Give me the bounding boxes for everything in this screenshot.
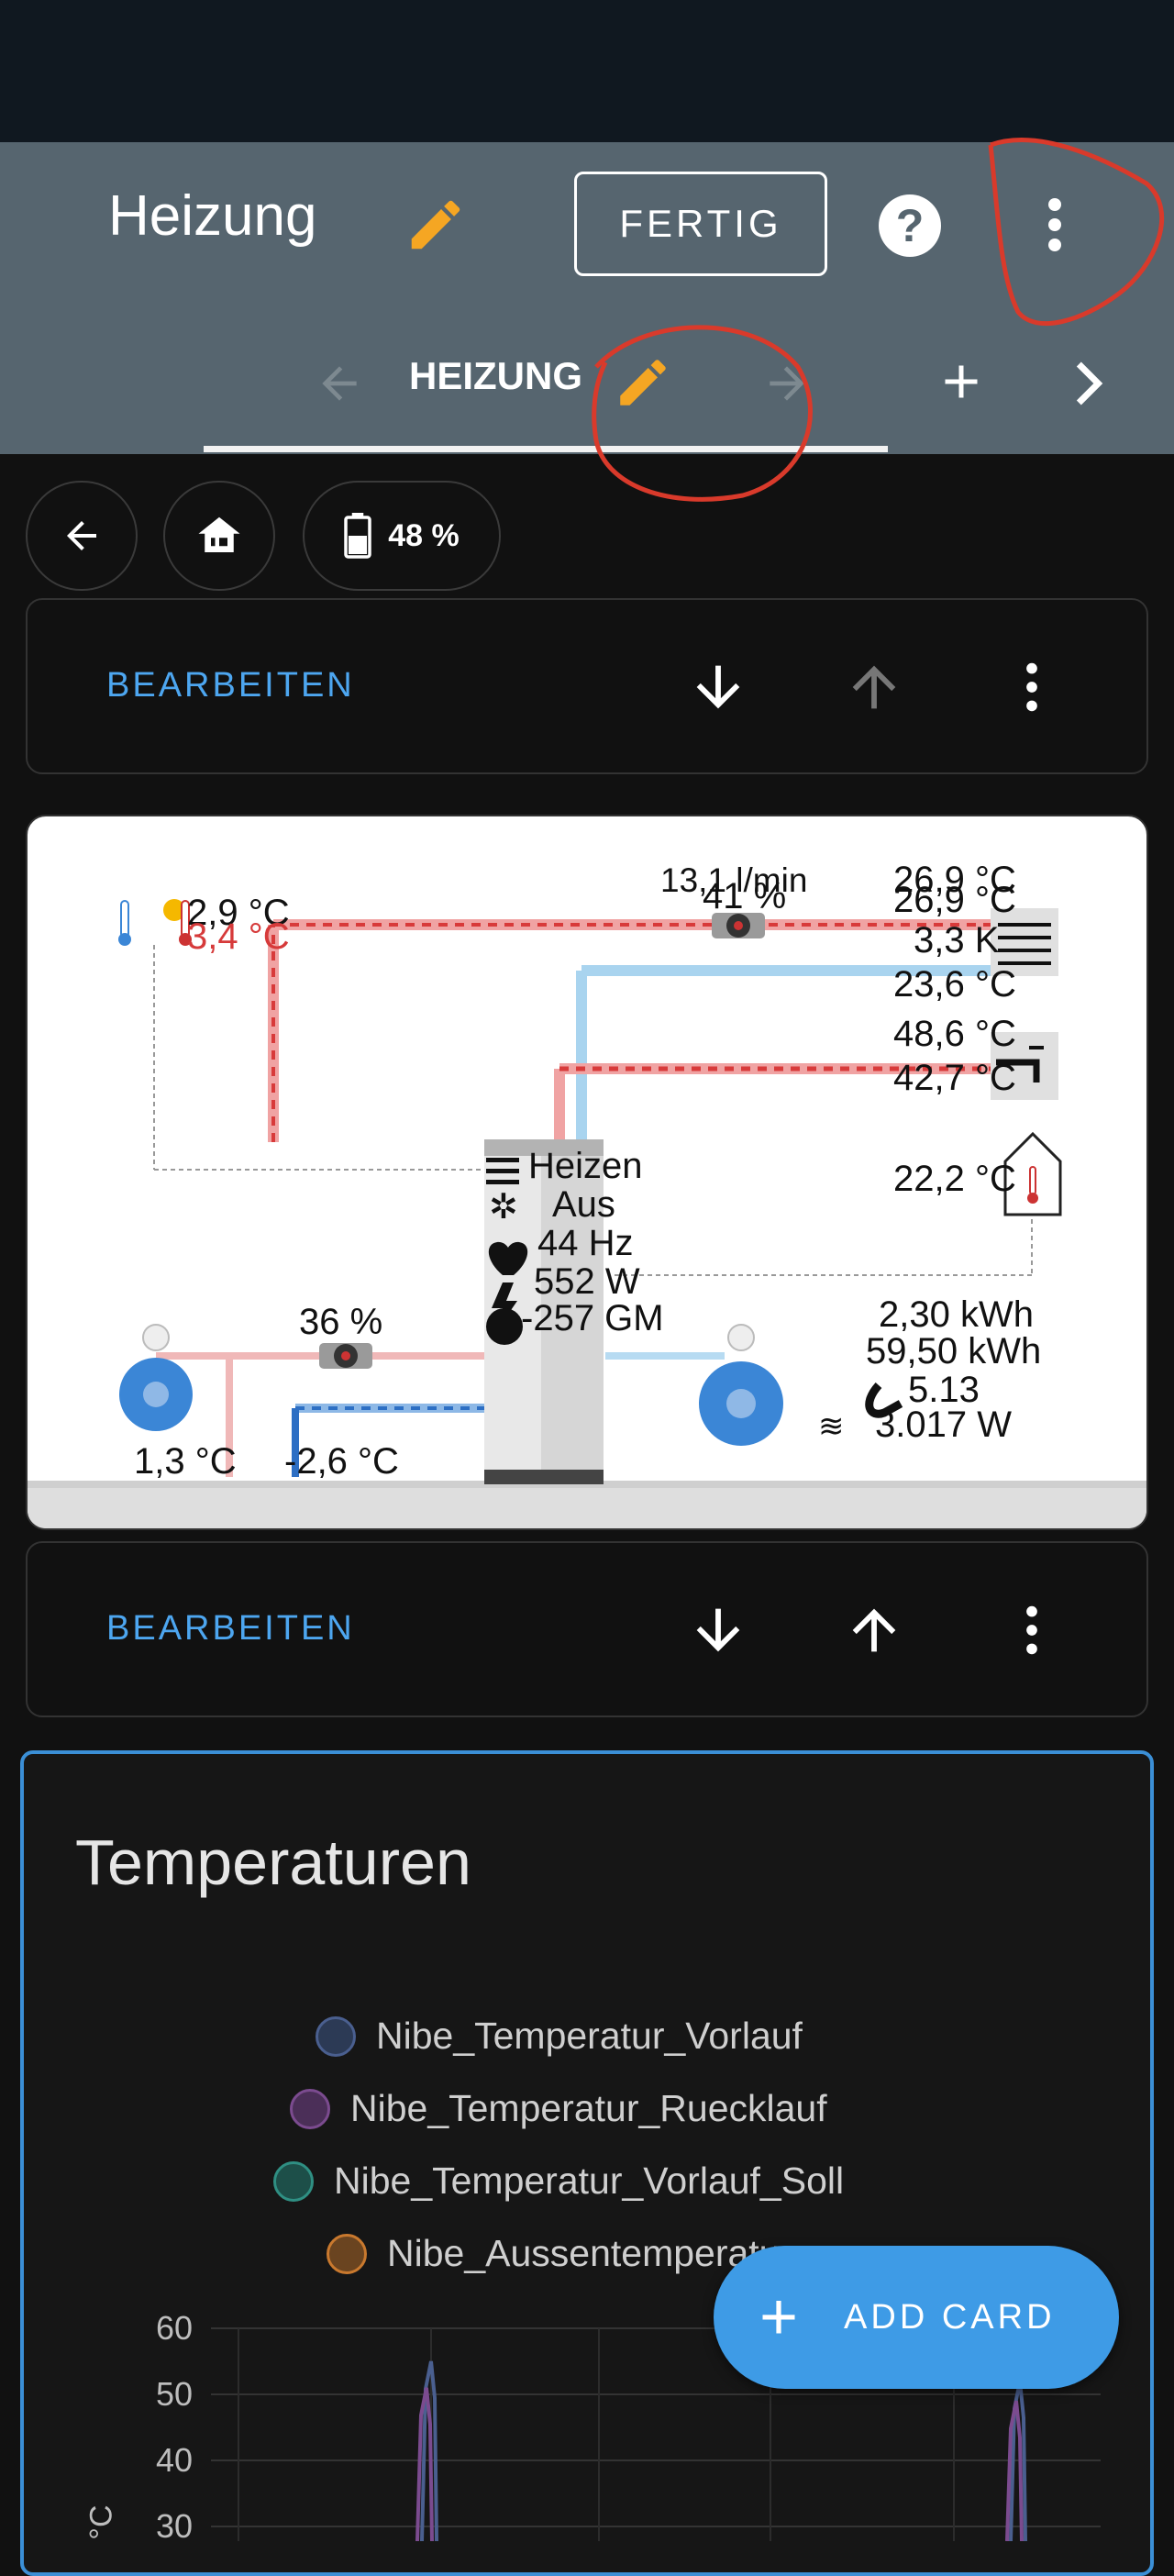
cooling-status: Aus: [552, 1184, 615, 1225]
chevron-right-icon[interactable]: [1071, 358, 1108, 409]
dashboard-title: Heizung: [108, 184, 317, 248]
degree-minutes: -257 GM: [521, 1298, 664, 1338]
heating-diagram-card[interactable]: ✲ 2,9 °C 3,4 °C 13,1 l/min 41 % 26,9 °C …: [26, 815, 1148, 1530]
indoor-temp: 22,2 °C: [893, 1159, 1016, 1199]
y-tick-label: 50: [155, 2375, 193, 2413]
legend-dot: [316, 2015, 356, 2057]
outdoor-temp-2: 3,4 °C: [187, 916, 290, 957]
brine-pipes: [156, 1352, 725, 1477]
legend-item[interactable]: Nibe_Temperatur_Vorlauf_Soll: [273, 2160, 844, 2203]
legend-dot: [273, 2160, 314, 2202]
heat-output: 3.017 W: [875, 1405, 1012, 1445]
plus-icon: +: [759, 2281, 803, 2354]
arrow-left-icon: [67, 521, 96, 550]
home-group-icon: [198, 516, 240, 552]
legend-item[interactable]: Nibe_Temperatur_Vorlauf: [316, 2015, 803, 2058]
move-down-icon[interactable]: [686, 655, 750, 719]
legend-label: Nibe_Temperatur_Vorlauf_Soll: [334, 2160, 845, 2202]
compressor-frequency: 44 Hz: [537, 1223, 634, 1263]
energy-value-1: 2,30 kWh: [879, 1294, 1034, 1335]
outdoor-thermometer-icon: [118, 899, 192, 946]
pencil-icon[interactable]: [404, 193, 468, 257]
battery-icon: [344, 513, 371, 559]
more-vert-icon[interactable]: [1000, 655, 1064, 719]
status-bar: [0, 0, 1174, 142]
move-down-icon[interactable]: [686, 1598, 750, 1662]
y-tick-label: 40: [155, 2441, 193, 2479]
y-axis-label: °C: [83, 2504, 119, 2540]
operating-mode: Heizen: [528, 1146, 643, 1186]
legend-item[interactable]: Nibe_Aussentemperatur: [327, 2232, 792, 2275]
edit-card-button[interactable]: BEARBEITEN: [106, 1609, 355, 1649]
chart-title: Temperaturen: [75, 1827, 471, 1898]
supply-temp-2: 26,9 °C: [893, 880, 1016, 920]
add-card-button[interactable]: + ADD CARD: [714, 2246, 1119, 2389]
svg-text:✲: ✲: [489, 1188, 518, 1227]
pump-icon: [319, 1343, 372, 1369]
add-view-icon[interactable]: [934, 354, 989, 409]
pump-percent-bottom: 36 %: [299, 1302, 382, 1342]
card-edit-bar: BEARBEITEN: [26, 598, 1148, 774]
pencil-icon[interactable]: [613, 352, 673, 413]
expansion-vessel-icon: [119, 1324, 193, 1431]
arrow-right-icon[interactable]: [759, 358, 814, 409]
battery-chip[interactable]: 48 %: [303, 481, 501, 591]
energy-value-2: 59,50 kWh: [866, 1331, 1041, 1371]
legend-item[interactable]: Nibe_Temperatur_Ruecklauf: [290, 2087, 827, 2130]
delta-k: 3,3 K: [914, 920, 1000, 960]
card-edit-bar: BEARBEITEN: [26, 1541, 1148, 1717]
legend-dot: [290, 2088, 330, 2129]
power-draw: 552 W: [534, 1261, 640, 1302]
pump-percent-top: 41 %: [703, 876, 786, 916]
y-tick-label: 30: [155, 2507, 193, 2545]
more-vert-icon[interactable]: [1036, 197, 1073, 252]
add-card-label: ADD CARD: [844, 2297, 1056, 2337]
done-button[interactable]: FERTIG: [574, 172, 827, 276]
edit-card-button[interactable]: BEARBEITEN: [106, 666, 355, 705]
move-up-icon[interactable]: [842, 1598, 906, 1662]
battery-value: 48 %: [388, 517, 460, 553]
return-temp: 23,6 °C: [893, 964, 1016, 1005]
pump-icon: [712, 913, 765, 938]
y-tick-label: 60: [155, 2309, 193, 2347]
more-vert-icon[interactable]: [1000, 1598, 1064, 1662]
tab-heizung[interactable]: HEIZUNG: [409, 354, 582, 398]
heating-diagram: ✲ 2,9 °C 3,4 °C 13,1 l/min 41 % 26,9 °C …: [28, 860, 1146, 1528]
expansion-vessel-icon: [699, 1324, 783, 1446]
legend-dot: [327, 2233, 367, 2274]
hot-water-temp-1: 48,6 °C: [893, 1014, 1016, 1054]
back-chip[interactable]: [26, 481, 138, 591]
arrow-left-icon[interactable]: [312, 358, 367, 409]
tab-indicator: [204, 446, 888, 452]
supply-pipe: [268, 919, 991, 1142]
legend-label: Nibe_Temperatur_Ruecklauf: [350, 2087, 827, 2129]
brine-out-temp: -2,6 °C: [284, 1441, 399, 1482]
legend-label: Nibe_Temperatur_Vorlauf: [376, 2015, 803, 2057]
brine-in-temp: 1,3 °C: [134, 1441, 237, 1482]
hot-water-temp-2: 42,7 °C: [893, 1058, 1016, 1098]
move-up-icon[interactable]: [842, 655, 906, 719]
home-chip[interactable]: [163, 481, 275, 591]
heat-waves-icon: ≋: [818, 1409, 845, 1444]
help-icon[interactable]: ?: [879, 194, 941, 257]
